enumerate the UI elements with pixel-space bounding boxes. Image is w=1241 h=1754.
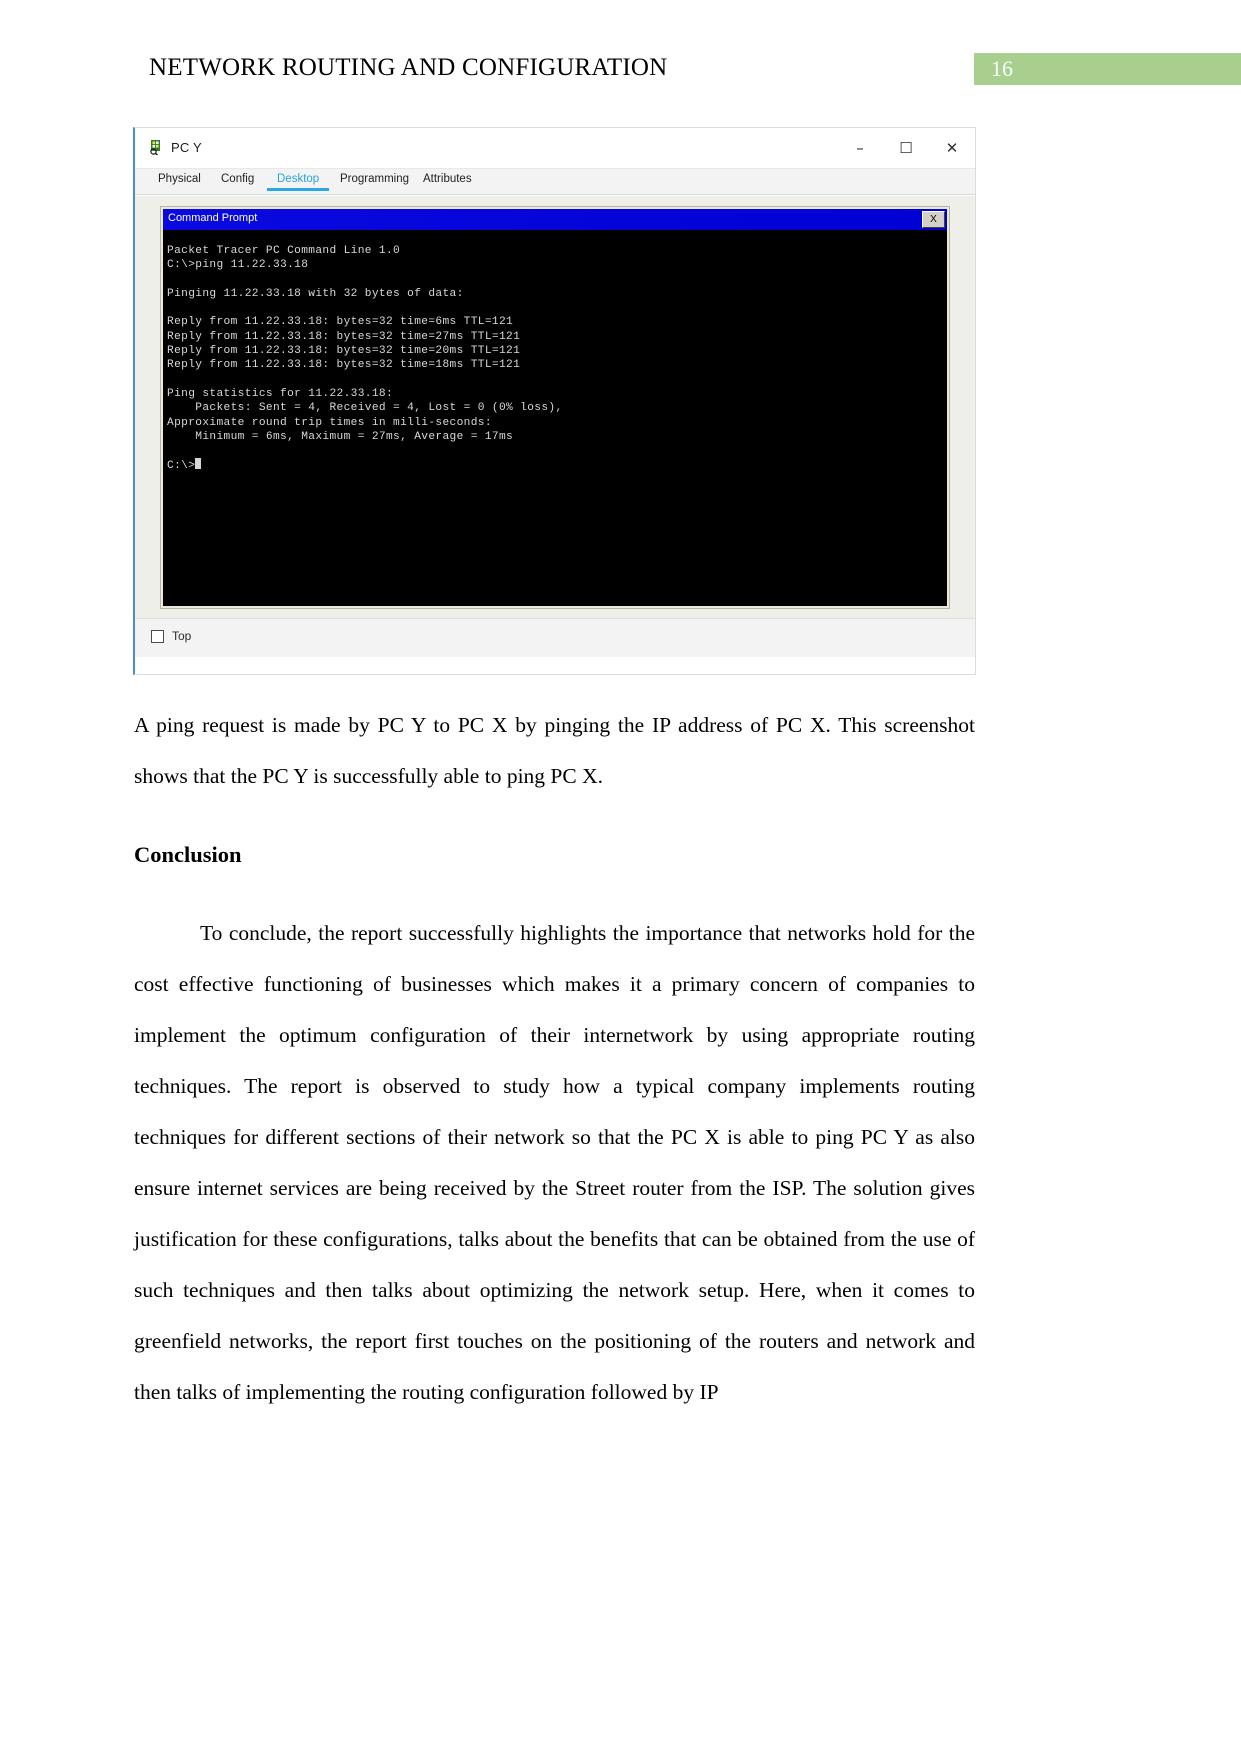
text-caret [195,458,202,470]
terminal-line: Pinging 11.22.33.18 with 32 bytes of dat… [167,287,464,300]
terminal-line: Reply from 11.22.33.18: bytes=32 time=20… [167,345,521,358]
tab-attributes[interactable]: Attributes [423,173,472,185]
top-checkbox-label: Top [172,629,192,643]
window-title: PC Y [171,140,202,155]
terminal-line: Packets: Sent = 4, Received = 4, Lost = … [167,402,563,415]
terminal-line: Reply from 11.22.33.18: bytes=32 time=27… [167,330,521,343]
terminal-line: C:\>ping 11.22.33.18 [167,259,309,272]
terminal-prompt: C:\> [167,460,196,473]
tab-config[interactable]: Config [221,173,254,185]
close-icon[interactable]: ✕ [929,128,975,168]
page-number-badge: 16 [974,53,1241,85]
terminal-line: Packet Tracer PC Command Line 1.0 [167,245,401,257]
section-heading-conclusion: Conclusion [134,842,242,867]
page-title: NETWORK ROUTING AND CONFIGURATION [149,54,668,81]
terminal-prompt-line: C:\> [167,458,947,473]
tab-physical[interactable]: Physical [158,173,201,185]
caption-paragraph: A ping request is made by PC Y to PC X b… [134,713,975,788]
window-tabstrip: Physical Config Desktop Programming Attr… [135,169,975,195]
terminal-line: Approximate round trip times in milli-se… [167,416,492,429]
maximize-icon[interactable]: ☐ [883,128,929,168]
document-body: A ping request is made by PC Y to PC X b… [134,700,975,1418]
document-page: NETWORK ROUTING AND CONFIGURATION 16 PC … [0,0,1241,1754]
top-checkbox[interactable] [151,630,164,643]
minimize-icon[interactable]: – [837,128,883,168]
terminal-line: Minimum = 6ms, Maximum = 27ms, Average =… [167,430,514,443]
command-prompt-close-button[interactable]: X [922,211,945,228]
terminal-output[interactable]: Packet Tracer PC Command Line 1.0 C:\>pi… [163,230,947,606]
window-controls: – ☐ ✕ [837,128,975,168]
window-statusbar: Top [135,618,975,657]
command-prompt-titlebar: Command Prompt X [163,209,947,230]
terminal-line: Reply from 11.22.33.18: bytes=32 time=6m… [167,316,514,329]
terminal-line: Ping statistics for 11.22.33.18: [167,387,394,400]
tab-programming[interactable]: Programming [340,173,409,185]
command-prompt-title: Command Prompt [168,212,258,224]
command-prompt-window: Command Prompt X Packet Tracer PC Comman… [160,206,950,609]
terminal-line: Reply from 11.22.33.18: bytes=32 time=18… [167,359,521,372]
heading-spacer [134,880,975,908]
figure-pc-window-screenshot: PC Y – ☐ ✕ Physical Config Desktop Progr… [133,127,976,675]
packet-tracer-pc-icon [148,139,164,156]
conclusion-paragraph: To conclude, the report successfully hig… [134,921,975,1404]
document-header: NETWORK ROUTING AND CONFIGURATION 16 [0,50,1241,90]
page-number: 16 [991,56,1013,81]
desktop-pane: Command Prompt X Packet Tracer PC Comman… [135,195,975,618]
window-titlebar: PC Y – ☐ ✕ [135,128,975,169]
tab-desktop[interactable]: Desktop [266,173,330,191]
